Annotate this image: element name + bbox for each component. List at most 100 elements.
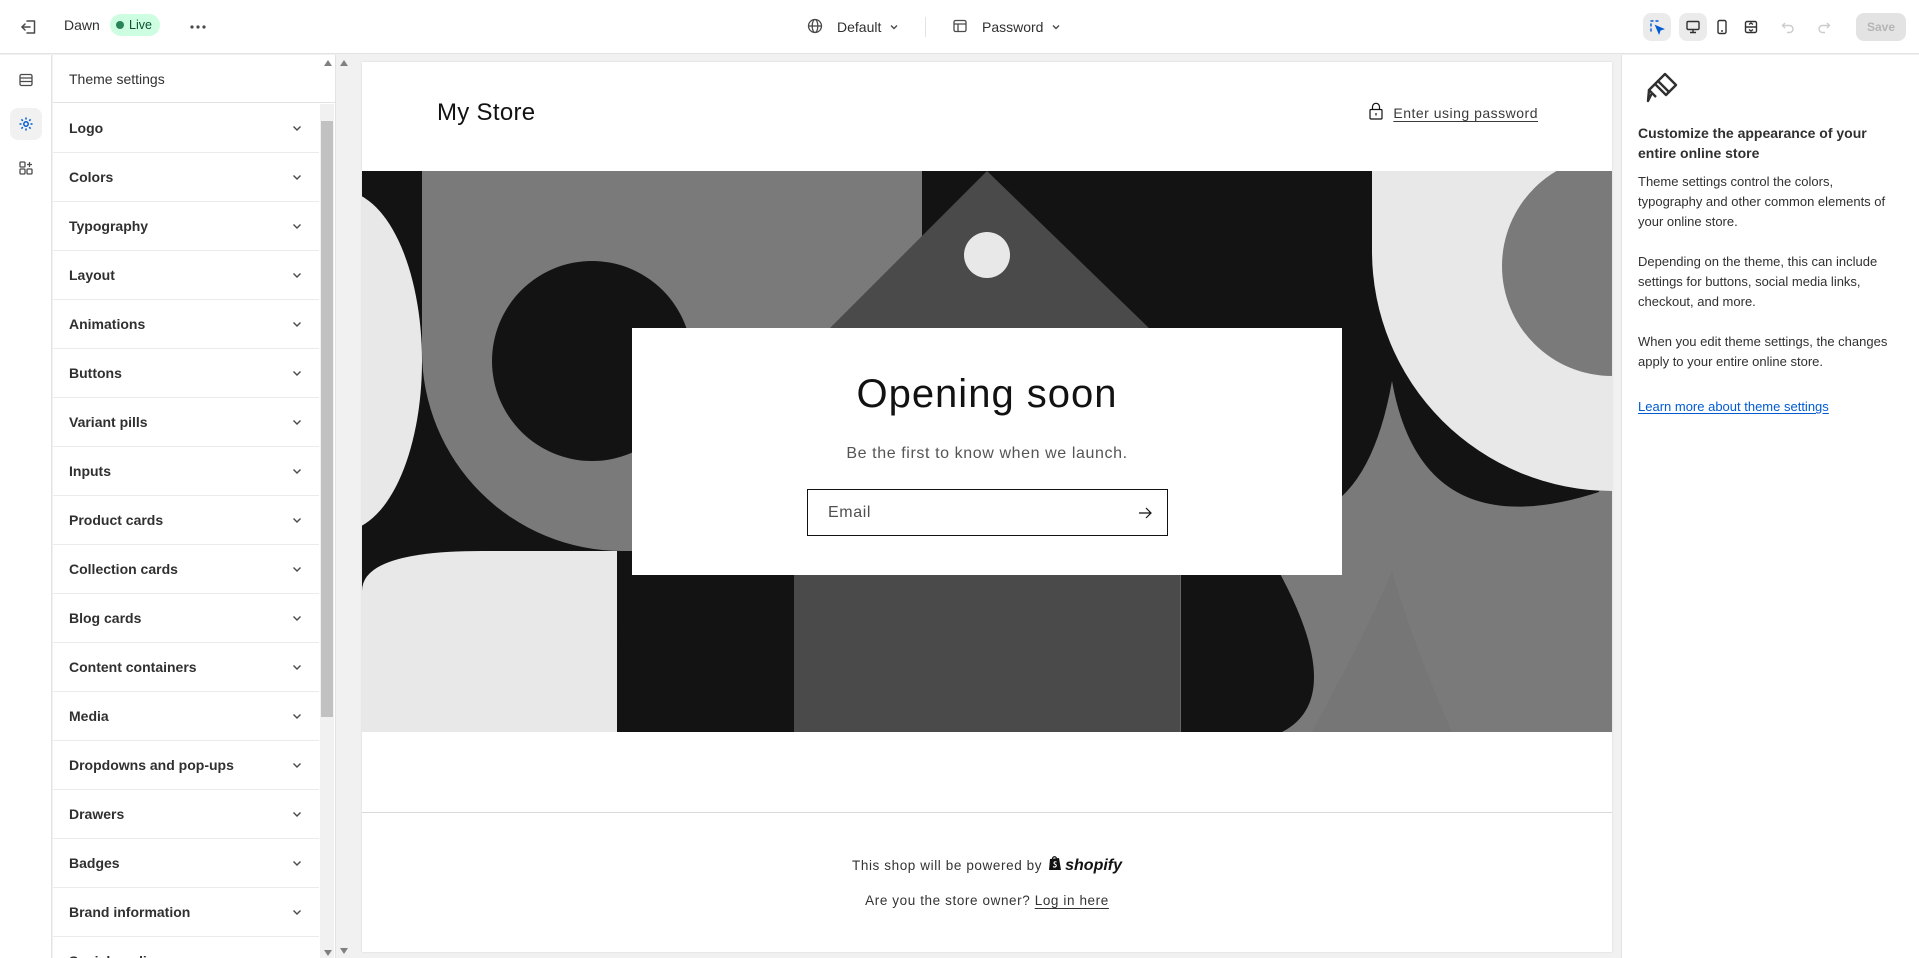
settings-item-label: Buttons bbox=[69, 365, 122, 381]
settings-item-label: Typography bbox=[69, 218, 149, 234]
live-dot bbox=[116, 21, 124, 29]
preview-scroll-up-icon[interactable] bbox=[340, 60, 348, 66]
fullscreen-icon[interactable] bbox=[1737, 13, 1765, 41]
settings-item[interactable]: Product cards bbox=[53, 496, 319, 545]
settings-item[interactable]: Brand information bbox=[53, 888, 319, 937]
chevron-down-icon bbox=[293, 126, 301, 131]
chevron-down-icon bbox=[293, 616, 301, 621]
page-select-label: Password bbox=[982, 19, 1044, 35]
theme-settings-panel: Theme settings Logo Colors Typography Layou… bbox=[53, 55, 336, 958]
top-bar: Dawn Live Default Password Save bbox=[0, 0, 1919, 54]
sections-icon[interactable] bbox=[10, 64, 42, 96]
scrollbar-thumb[interactable] bbox=[321, 121, 333, 717]
chevron-down-icon bbox=[293, 665, 301, 670]
scroll-down-icon[interactable] bbox=[324, 950, 332, 956]
settings-list: Logo Colors Typography Layout Animations Butt… bbox=[53, 104, 319, 958]
email-placeholder: Email bbox=[828, 503, 872, 521]
settings-item[interactable]: Badges bbox=[53, 839, 319, 888]
chevron-down-icon bbox=[889, 19, 899, 35]
page-select[interactable]: Password bbox=[952, 14, 1061, 40]
panel-title: Theme settings bbox=[53, 55, 335, 103]
shopify-brand: shopify bbox=[1065, 856, 1123, 874]
chevron-down-icon bbox=[293, 763, 301, 768]
login-link[interactable]: Log in here bbox=[1035, 893, 1109, 908]
settings-item[interactable]: Collection cards bbox=[53, 545, 319, 594]
settings-item-label: Layout bbox=[69, 267, 115, 283]
enter-password-link[interactable]: Enter using password bbox=[1369, 102, 1538, 123]
chevron-down-icon bbox=[293, 812, 301, 817]
settings-item[interactable]: Social media bbox=[53, 937, 319, 958]
info-heading: Customize the appearance of your entire … bbox=[1638, 125, 1867, 161]
paintbrush-icon bbox=[1645, 69, 1681, 105]
settings-item-label: Content containers bbox=[69, 659, 197, 675]
scroll-up-icon[interactable] bbox=[324, 60, 332, 66]
enter-password-label: Enter using password bbox=[1393, 104, 1538, 121]
status-badge: Live bbox=[110, 14, 160, 36]
settings-item[interactable]: Content containers bbox=[53, 643, 319, 692]
learn-more-link[interactable]: Learn more about theme settings bbox=[1638, 399, 1829, 414]
chevron-down-icon bbox=[293, 567, 301, 572]
store-footer: This shop will be powered by shopify Are… bbox=[362, 812, 1612, 952]
settings-item[interactable]: Drawers bbox=[53, 790, 319, 839]
desktop-icon[interactable] bbox=[1679, 13, 1707, 41]
settings-item-label: Logo bbox=[69, 120, 104, 136]
owner-question: Are you the store owner? bbox=[865, 893, 1031, 908]
mobile-icon[interactable] bbox=[1708, 13, 1736, 41]
info-paragraph-1: Theme settings control the colors, typog… bbox=[1638, 174, 1886, 229]
chevron-down-icon bbox=[293, 518, 301, 523]
chevron-down-icon bbox=[293, 273, 301, 278]
layout-icon bbox=[952, 18, 968, 37]
settings-item[interactable]: Typography bbox=[53, 202, 319, 251]
chevron-down-icon bbox=[1051, 19, 1061, 35]
undo-icon[interactable] bbox=[1774, 13, 1802, 41]
template-select-label: Default bbox=[837, 19, 882, 35]
preview-scroll-down-icon[interactable] bbox=[340, 948, 348, 954]
arrow-right-icon[interactable] bbox=[1135, 503, 1155, 523]
chevron-down-icon bbox=[293, 175, 301, 180]
settings-item[interactable]: Media bbox=[53, 692, 319, 741]
settings-item[interactable]: Buttons bbox=[53, 349, 319, 398]
chevron-down-icon bbox=[293, 420, 301, 425]
powered-by: This shop will be powered by shopify bbox=[362, 855, 1612, 876]
apps-icon[interactable] bbox=[10, 152, 42, 184]
settings-item[interactable]: Colors bbox=[53, 153, 319, 202]
chevron-down-icon bbox=[293, 861, 301, 866]
settings-item[interactable]: Blog cards bbox=[53, 594, 319, 643]
settings-item[interactable]: Inputs bbox=[53, 447, 319, 496]
info-paragraph-2: Depending on the theme, this can include… bbox=[1638, 254, 1878, 309]
inspector-icon[interactable] bbox=[1643, 13, 1671, 41]
settings-item-label: Colors bbox=[69, 169, 114, 185]
owner-line: Are you the store owner? Log in here bbox=[362, 893, 1612, 908]
email-field[interactable]: Email bbox=[807, 489, 1168, 536]
chevron-down-icon bbox=[293, 910, 301, 915]
settings-item-label: Product cards bbox=[69, 512, 164, 528]
settings-item[interactable]: Variant pills bbox=[53, 398, 319, 447]
exit-icon[interactable] bbox=[17, 15, 41, 39]
icon-rail bbox=[0, 55, 52, 958]
settings-item[interactable]: Animations bbox=[53, 300, 319, 349]
store-preview: My Store Enter using password Opening so… bbox=[362, 62, 1612, 952]
settings-item-label: Media bbox=[69, 708, 109, 724]
more-icon[interactable] bbox=[186, 15, 210, 39]
settings-item[interactable]: Logo bbox=[53, 104, 319, 153]
save-button[interactable]: Save bbox=[1856, 13, 1906, 41]
settings-item-label: Animations bbox=[69, 316, 146, 332]
gear-icon[interactable] bbox=[10, 108, 42, 140]
redo-icon[interactable] bbox=[1810, 13, 1838, 41]
store-name[interactable]: My Store bbox=[437, 99, 535, 127]
settings-item-label: Blog cards bbox=[69, 610, 142, 626]
chevron-down-icon bbox=[293, 224, 301, 229]
shopify-logo[interactable]: shopify bbox=[1048, 855, 1122, 876]
lock-icon bbox=[1369, 102, 1383, 123]
hero-title: Opening soon bbox=[856, 372, 1118, 416]
chevron-down-icon bbox=[293, 714, 301, 719]
settings-item[interactable]: Dropdowns and pop-ups bbox=[53, 741, 319, 790]
theme-name: Dawn bbox=[64, 17, 100, 33]
settings-item[interactable]: Layout bbox=[53, 251, 319, 300]
settings-item-label: Variant pills bbox=[69, 414, 148, 430]
info-paragraph-3: When you edit theme settings, the change… bbox=[1638, 334, 1888, 369]
store-header: My Store Enter using password bbox=[362, 62, 1612, 171]
chevron-down-icon bbox=[293, 469, 301, 474]
template-select[interactable]: Default bbox=[807, 14, 899, 40]
settings-item-label: Inputs bbox=[69, 463, 111, 479]
